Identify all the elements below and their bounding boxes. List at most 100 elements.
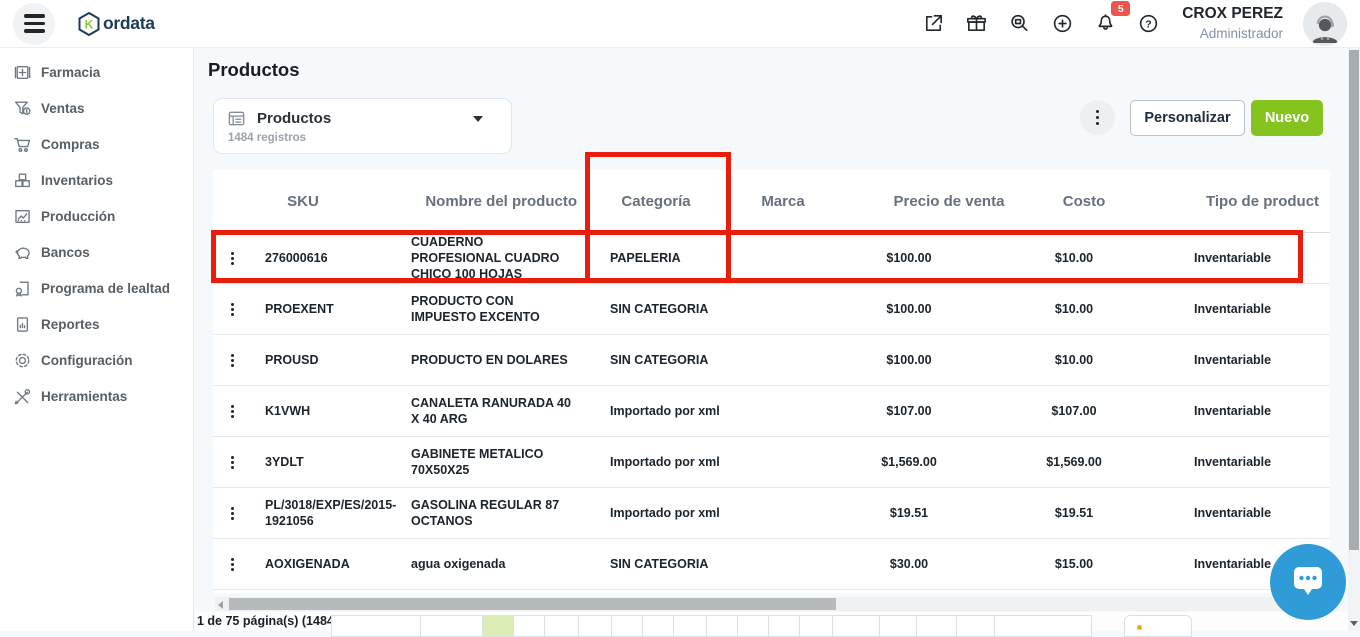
- sidebar-item-configuracion[interactable]: Configuración: [0, 342, 193, 378]
- row-sku: 3YDLT: [251, 454, 411, 470]
- row-price: $107.00: [839, 403, 1019, 419]
- notifications-bell-icon[interactable]: 5: [1094, 12, 1117, 35]
- column-header-categoria[interactable]: Categoría: [585, 193, 727, 210]
- table-row[interactable]: PROEXENT PRODUCTO CON IMPUESTO EXCENTO S…: [213, 284, 1330, 335]
- user-menu[interactable]: CROX PEREZ Administrador: [1182, 5, 1283, 43]
- pagination-cell[interactable]: [956, 615, 995, 637]
- row-name: GABINETE METALICO 70X50X25: [411, 446, 585, 479]
- more-options-button[interactable]: [1080, 100, 1115, 135]
- column-header-costo[interactable]: Costo: [1019, 193, 1149, 210]
- new-button[interactable]: Nuevo: [1251, 100, 1323, 136]
- pagination-cell[interactable]: [994, 615, 1092, 637]
- pagination-info: 1 de 75 página(s) (1484: [197, 614, 334, 628]
- horizontal-scrollbar[interactable]: [215, 597, 1311, 611]
- pagination-cell[interactable]: [737, 615, 769, 637]
- user-name: CROX PEREZ: [1182, 5, 1283, 24]
- row-category: Importado por xml: [585, 454, 727, 470]
- personalize-button[interactable]: Personalizar: [1130, 100, 1245, 136]
- table-row[interactable]: PL/3018/EXP/ES/2015-1921056 GASOLINA REG…: [213, 488, 1330, 539]
- row-price: $19.51: [839, 505, 1019, 521]
- pagination-cell[interactable]: [706, 615, 738, 637]
- list-view-icon: [227, 109, 246, 128]
- pagination-cell[interactable]: [916, 615, 957, 637]
- pagination-cell[interactable]: [420, 615, 483, 637]
- pagination-cell[interactable]: [768, 615, 800, 637]
- row-kebab-icon[interactable]: [227, 503, 238, 524]
- help-icon[interactable]: ?: [1137, 12, 1160, 35]
- sidebar-item-ventas[interactable]: Ventas: [0, 90, 193, 126]
- sidebar-item-inventarios[interactable]: Inventarios: [0, 162, 193, 198]
- scroll-left-arrow-icon[interactable]: [218, 601, 223, 609]
- sidebar-item-herramientas[interactable]: Herramientas: [0, 378, 193, 414]
- hamburger-menu-button[interactable]: [13, 3, 55, 45]
- sidebar-item-reportes[interactable]: Reportes: [0, 306, 193, 342]
- pagination-cell-current[interactable]: [482, 615, 514, 637]
- sidebar-item-produccion[interactable]: Producción: [0, 198, 193, 234]
- row-type: Inventariable: [1149, 250, 1330, 266]
- pagination-tail-box[interactable]: [1124, 615, 1192, 637]
- view-selector-dropdown[interactable]: Productos 1484 registros: [213, 98, 512, 154]
- row-type: Inventariable: [1149, 454, 1330, 470]
- user-role: Administrador: [1182, 26, 1283, 42]
- vertical-scrollbar[interactable]: [1348, 48, 1360, 631]
- avatar[interactable]: [1303, 2, 1347, 46]
- pagination-cell[interactable]: [832, 615, 880, 637]
- sidebar-item-bancos[interactable]: Bancos: [0, 234, 193, 270]
- pagination-cell[interactable]: [879, 615, 917, 637]
- column-header-precio[interactable]: Precio de venta: [839, 193, 1019, 210]
- topbar: K ordata 5 ? CROX PEREZ Administrador: [0, 0, 1360, 48]
- row-kebab-icon[interactable]: [227, 554, 238, 575]
- row-type: Inventariable: [1149, 505, 1330, 521]
- pagination-cell[interactable]: [513, 615, 545, 637]
- table-row[interactable]: 3YDLT GABINETE METALICO 70X50X25 Importa…: [213, 437, 1330, 488]
- table-body: 276000616 CUADERNO PROFESIONAL CUADRO CH…: [213, 233, 1330, 590]
- row-kebab-icon[interactable]: [227, 299, 238, 320]
- sidebar-item-label: Bancos: [41, 245, 90, 260]
- sidebar-item-farmacia[interactable]: Farmacia: [0, 54, 193, 90]
- row-kebab-icon[interactable]: [227, 401, 238, 422]
- notification-count-badge: 5: [1111, 1, 1130, 16]
- sidebar-item-label: Farmacia: [41, 65, 100, 80]
- row-name: PRODUCTO EN DOLARES: [411, 352, 585, 368]
- table-row[interactable]: 276000616 CUADERNO PROFESIONAL CUADRO CH…: [213, 233, 1330, 284]
- row-sku: 276000616: [251, 250, 411, 266]
- pagination-strip: [332, 615, 1092, 637]
- column-header-marca[interactable]: Marca: [727, 193, 839, 210]
- plus-circle-icon[interactable]: [1051, 12, 1074, 35]
- pagination-cell[interactable]: [673, 615, 707, 637]
- column-header-tipo[interactable]: Tipo de product: [1149, 193, 1330, 210]
- row-name: CANALETA RANURADA 40 X 40 ARG: [411, 395, 585, 428]
- table-row[interactable]: AOXIGENADA agua oxigenada SIN CATEGORIA …: [213, 539, 1330, 590]
- column-header-nombre[interactable]: Nombre del producto: [411, 193, 585, 210]
- row-sku: PROUSD: [251, 352, 411, 368]
- chat-launcher-button[interactable]: [1270, 544, 1346, 620]
- row-kebab-icon[interactable]: [227, 350, 238, 371]
- sidebar-item-programa-de-lealtad[interactable]: Programa de lealtad: [0, 270, 193, 306]
- pagination-cell[interactable]: [331, 615, 421, 637]
- external-link-icon[interactable]: [922, 12, 945, 35]
- column-header-sku[interactable]: SKU: [251, 193, 411, 210]
- pagination-cell[interactable]: [544, 615, 579, 637]
- sidebar-item-compras[interactable]: Compras: [0, 126, 193, 162]
- sidebar-item-label: Herramientas: [41, 389, 127, 404]
- row-kebab-icon[interactable]: [227, 248, 238, 269]
- scroll-down-arrow-icon[interactable]: [1350, 621, 1358, 626]
- chevron-down-icon: [473, 116, 483, 122]
- factory-chart-icon: [13, 207, 32, 226]
- row-kebab-icon[interactable]: [227, 452, 238, 473]
- sidebar-item-label: Inventarios: [41, 173, 113, 188]
- zoom-search-icon[interactable]: [1008, 12, 1031, 35]
- horizontal-scrollbar-thumb[interactable]: [229, 598, 836, 610]
- gift-icon[interactable]: [965, 12, 988, 35]
- row-price: $1,569.00: [839, 454, 1019, 470]
- row-category: SIN CATEGORIA: [585, 556, 727, 572]
- table-row[interactable]: K1VWH CANALETA RANURADA 40 X 40 ARG Impo…: [213, 386, 1330, 437]
- table-row[interactable]: PROUSD PRODUCTO EN DOLARES SIN CATEGORIA…: [213, 335, 1330, 386]
- row-type: Inventariable: [1149, 301, 1330, 317]
- vertical-scrollbar-thumb[interactable]: [1349, 50, 1359, 550]
- pagination-cell[interactable]: [578, 615, 612, 637]
- pagination-cell[interactable]: [642, 615, 674, 637]
- pagination-cell[interactable]: [611, 615, 643, 637]
- app-logo[interactable]: K ordata: [76, 11, 155, 37]
- pagination-cell[interactable]: [799, 615, 833, 637]
